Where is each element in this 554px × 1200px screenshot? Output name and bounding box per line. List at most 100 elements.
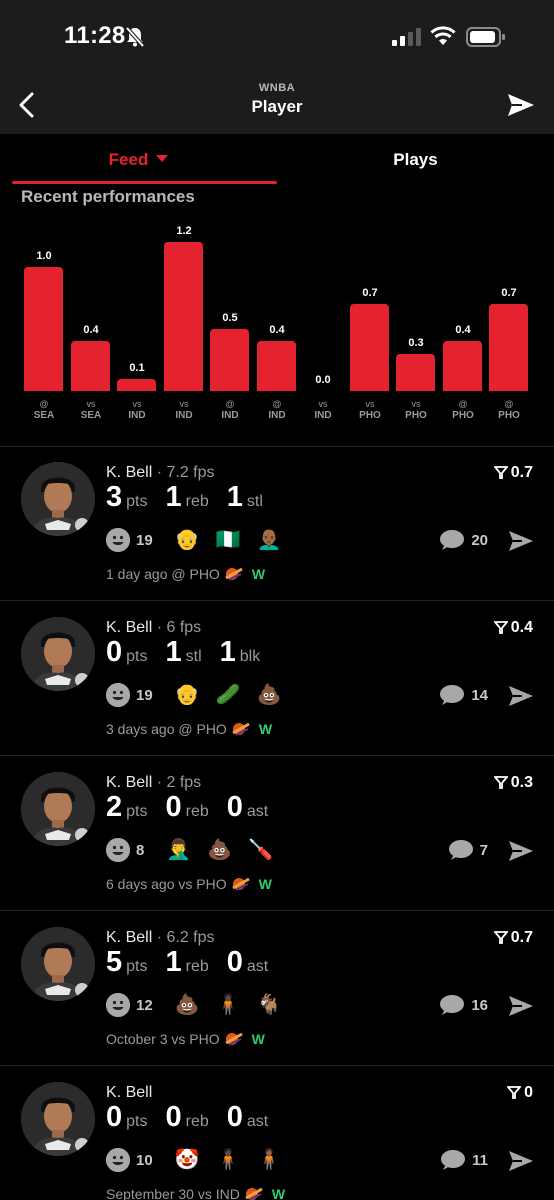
smiley-react-icon[interactable] (106, 1148, 130, 1172)
player-name[interactable]: K. Bell (106, 464, 152, 481)
stat-unit: reb (185, 493, 209, 510)
bar-category-team: IND (314, 410, 332, 421)
chart-bar[interactable] (117, 379, 156, 391)
reactions-row: 19 👴 🥒 💩 (106, 682, 297, 708)
comments-button[interactable]: 14 (439, 684, 488, 706)
feed-item[interactable]: K. Bell · 2 fps 0.3 2 pts 0 reb 0 ast 8 🤦‍♂️ 💩 🪛 7 6 … (0, 757, 554, 911)
bar-category-prefix: @ (39, 399, 49, 409)
stat-value: 0 (106, 636, 123, 668)
player-avatar[interactable] (21, 462, 95, 536)
stat-value: 0 (226, 791, 243, 823)
player-avatar[interactable] (21, 772, 95, 846)
game-info[interactable]: 6 days ago vs PHO (106, 876, 227, 892)
smiley-react-icon[interactable] (106, 838, 130, 862)
comment-bubble-icon (448, 840, 473, 860)
game-info[interactable]: September 30 vs IND (106, 1186, 240, 1200)
tab-plays[interactable]: Plays (277, 150, 554, 170)
reaction-emoji[interactable]: 👴 (175, 528, 200, 552)
stat-line: 0 pts 1 stl 1 blk (106, 636, 278, 669)
player-name[interactable]: K. Bell (106, 774, 152, 791)
smiley-react-icon[interactable] (106, 683, 130, 707)
reaction-count: 8 (136, 841, 145, 859)
chart-bar[interactable] (210, 329, 249, 391)
bar-category-label: vs SEA (66, 398, 116, 422)
share-paper-plane-icon[interactable] (508, 995, 534, 1022)
funnel-rating-icon (492, 776, 509, 789)
stat-value: 0 (226, 1101, 243, 1133)
bar-category-prefix: vs (132, 399, 142, 409)
player-line: K. Bell · 6 fps (106, 619, 201, 637)
reaction-emoji[interactable]: 💩 (257, 683, 282, 707)
reaction-emoji[interactable]: 🤡 (175, 1148, 200, 1172)
chart-bar[interactable] (489, 304, 528, 391)
tab-feed[interactable]: Feed (0, 150, 277, 170)
reaction-emoji[interactable]: 🧍🏿 (216, 993, 241, 1017)
player-line: K. Bell · 2 fps (106, 774, 201, 792)
reaction-emoji[interactable]: 🧍🏿 (216, 1148, 241, 1172)
game-info[interactable]: 3 days ago @ PHO (106, 721, 227, 737)
game-info[interactable]: 1 day ago @ PHO (106, 566, 220, 582)
bar-category-label: vs PHO (391, 398, 441, 422)
player-avatar[interactable] (21, 927, 95, 1001)
reaction-emoji[interactable]: 👨🏾‍🦲 (257, 528, 282, 552)
chart-bar[interactable] (24, 267, 63, 391)
stat-value: 1 (165, 481, 182, 513)
player-name[interactable]: K. Bell (106, 1084, 152, 1101)
funnel-rating-icon (506, 1086, 523, 1099)
game-info[interactable]: October 3 vs PHO (106, 1031, 220, 1047)
share-paper-plane-icon[interactable] (508, 530, 534, 557)
chart-bar[interactable] (396, 354, 435, 391)
feed-item[interactable]: K. Bell · 6.2 fps 0.7 5 pts 1 reb 0 ast 12 💩 🧍🏿 🐐 16… (0, 912, 554, 1066)
reaction-emoji[interactable]: 🪛 (248, 838, 273, 862)
chart-bar[interactable] (71, 341, 110, 391)
smiley-react-icon[interactable] (106, 993, 130, 1017)
chart-bar[interactable] (350, 304, 389, 391)
caret-down-icon (156, 155, 169, 162)
reaction-emoji[interactable]: 🧍🏾 (257, 1148, 282, 1172)
player-name[interactable]: K. Bell (106, 929, 152, 946)
chart-bar[interactable] (164, 242, 203, 391)
fps-label: · 6 fps (156, 619, 202, 636)
reaction-emoji[interactable]: 👴 (175, 683, 200, 707)
feed-item[interactable]: K. Bell · 7.2 fps 0.7 3 pts 1 reb 1 stl 19 👴 🇳🇬 👨🏾‍… (0, 447, 554, 601)
bar-category-prefix: vs (318, 399, 328, 409)
bar-category-prefix: @ (225, 399, 235, 409)
share-paper-plane-icon[interactable] (506, 92, 536, 123)
stat-unit: reb (185, 1113, 209, 1130)
league-label: WNBA (258, 82, 296, 94)
nav-header: WNBA Player (0, 76, 554, 134)
share-paper-plane-icon[interactable] (508, 685, 534, 712)
bar-category-prefix: vs (411, 399, 421, 409)
smiley-react-icon[interactable] (106, 528, 130, 552)
player-name[interactable]: K. Bell (106, 619, 152, 636)
rating-value: 0.4 (510, 619, 533, 636)
feed-item[interactable]: K. Bell 0 0 pts 0 reb 0 ast 10 🤡 🧍🏿 🧍🏾 11 September … (0, 1067, 554, 1200)
player-line: K. Bell · 7.2 fps (106, 464, 215, 482)
comments-button[interactable]: 16 (439, 994, 488, 1016)
comments-button[interactable]: 20 (439, 529, 488, 551)
game-result: W (251, 566, 266, 582)
bar-category-label: @ PHO (438, 398, 488, 422)
reaction-emoji[interactable]: 🐐 (257, 993, 282, 1017)
player-avatar[interactable] (21, 617, 95, 691)
bar-category-team: SEA (80, 410, 102, 421)
reactions-row: 12 💩 🧍🏿 🐐 (106, 992, 297, 1018)
player-avatar[interactable] (21, 1082, 95, 1156)
reaction-emoji[interactable]: 💩 (207, 838, 232, 862)
reaction-emoji[interactable]: 💩 (175, 993, 200, 1017)
comment-count: 16 (471, 996, 488, 1014)
feed-item[interactable]: K. Bell · 6 fps 0.4 0 pts 1 stl 1 blk 19 👴 🥒 💩 14 3 d… (0, 602, 554, 756)
share-paper-plane-icon[interactable] (508, 840, 534, 867)
reaction-emoji[interactable]: 🤦‍♂️ (166, 838, 191, 862)
reaction-emoji[interactable]: 🇳🇬 (216, 528, 241, 552)
game-result: W (251, 1031, 265, 1047)
comments-button[interactable]: 7 (448, 839, 488, 861)
stat-unit: ast (246, 803, 269, 820)
bar-category-label: vs IND (298, 398, 348, 422)
fps-label: · 6.2 fps (156, 929, 215, 946)
comments-button[interactable]: 11 (440, 1149, 488, 1171)
reaction-emoji[interactable]: 🥒 (216, 683, 241, 707)
share-paper-plane-icon[interactable] (508, 1150, 534, 1177)
chart-bar[interactable] (443, 341, 482, 391)
chart-bar[interactable] (257, 341, 296, 391)
